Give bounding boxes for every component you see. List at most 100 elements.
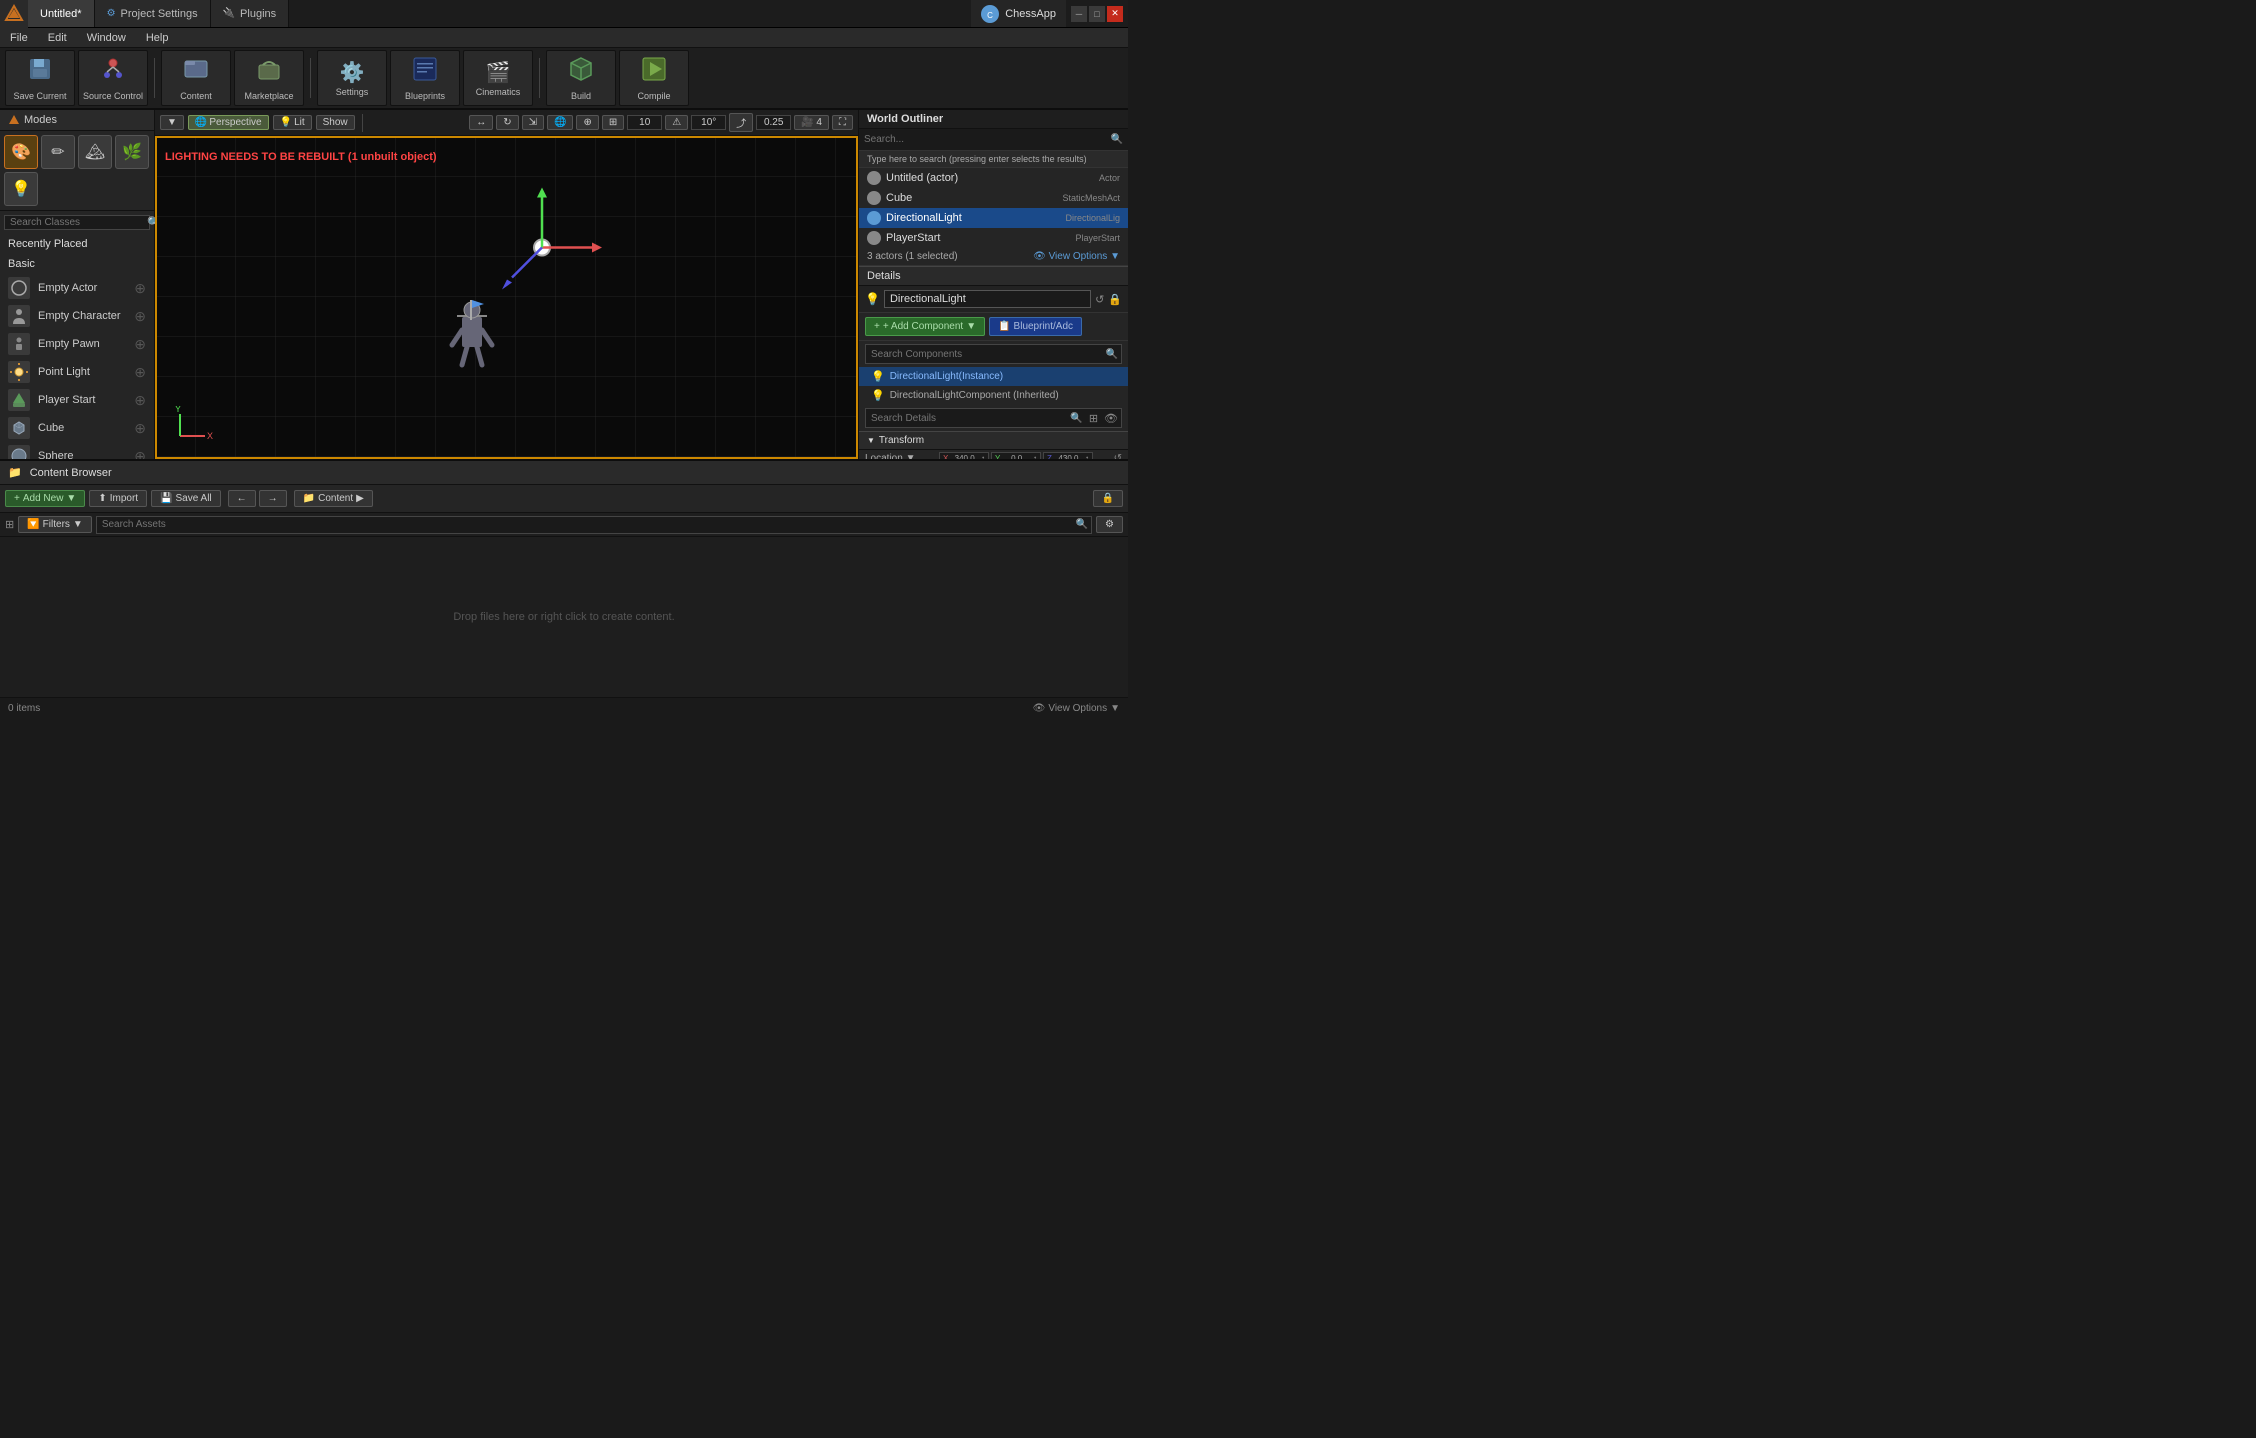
search-assets-container[interactable]: 🔍 xyxy=(96,516,1092,534)
cinematics-button[interactable]: 🎬 Cinematics xyxy=(463,50,533,106)
geometry-mode-icon[interactable]: 💡 xyxy=(4,172,38,206)
place-mode-icon[interactable]: 🎨 xyxy=(4,135,38,169)
component-search-input[interactable] xyxy=(866,349,1106,360)
tab-plugins[interactable]: 🔌 Plugins xyxy=(211,0,290,27)
tab-project-settings[interactable]: ⚙ Project Settings xyxy=(95,0,211,27)
grid-size-input[interactable] xyxy=(627,115,662,130)
outliner-search-input[interactable] xyxy=(864,134,1111,145)
outliner-item-player-start[interactable]: PlayerStart PlayerStart xyxy=(859,228,1128,248)
menu-file[interactable]: File xyxy=(0,28,38,47)
details-eye-icon[interactable]: 👁 xyxy=(1101,412,1121,425)
content-button[interactable]: Content xyxy=(161,50,231,106)
comp-item-directional-light-component[interactable]: 💡 DirectionalLightComponent (Inherited) xyxy=(859,386,1128,405)
comp-item-directional-light-instance[interactable]: 💡 DirectionalLight(Instance) xyxy=(859,367,1128,386)
details-view-options[interactable]: ⊞ xyxy=(1086,412,1101,425)
viewport[interactable]: ▼ 🌐 Perspective 💡 Lit Show ↔ ↻ ⇲ xyxy=(155,110,858,459)
scale-tool[interactable]: ⇲ xyxy=(522,115,544,130)
menu-window[interactable]: Window xyxy=(77,28,136,47)
save-all-button[interactable]: 💾 Save All xyxy=(151,490,221,507)
viewport-maximize[interactable]: ⛶ xyxy=(832,115,853,130)
location-x-input[interactable]: X 340.0 ↕ xyxy=(939,452,989,459)
transform-section-header[interactable]: ▼ Transform xyxy=(859,431,1128,450)
point-light-add-icon: ⊕ xyxy=(134,364,146,381)
translate-tool[interactable]: ↔ xyxy=(469,115,493,130)
minimize-button[interactable]: ─ xyxy=(1071,6,1087,22)
maximize-button[interactable]: □ xyxy=(1089,6,1105,22)
scale-input-btn[interactable]: ⤴ xyxy=(729,113,753,132)
item-point-light[interactable]: Point Light ⊕ xyxy=(0,358,154,386)
viewport-lit-button[interactable]: 💡 Lit xyxy=(273,115,312,130)
item-player-start[interactable]: Player Start ⊕ xyxy=(0,386,154,414)
tab-untitled[interactable]: Untitled* xyxy=(28,0,95,27)
app-name: ChessApp xyxy=(1005,8,1056,20)
angle-snapping[interactable]: ⚠ xyxy=(665,115,688,130)
scale-input[interactable] xyxy=(756,115,791,130)
window-controls: ─ □ ✕ xyxy=(1066,6,1128,22)
blueprints-button[interactable]: Blueprints xyxy=(390,50,460,106)
outliner-item-untitled[interactable]: Untitled (actor) Actor xyxy=(859,168,1128,188)
viewport-perspective-button[interactable]: 🌐 Perspective xyxy=(188,115,269,130)
outliner-item-directional-light[interactable]: DirectionalLight DirectionalLig xyxy=(859,208,1128,228)
location-y-input[interactable]: Y 0.0 ↕ xyxy=(991,452,1041,459)
angle-input[interactable] xyxy=(691,115,726,130)
paint-mode-icon[interactable]: ✏ xyxy=(41,135,75,169)
build-button[interactable]: Build xyxy=(546,50,616,106)
item-cube[interactable]: Cube ⊕ xyxy=(0,414,154,442)
search-details-input[interactable] xyxy=(866,413,1070,424)
search-details-container[interactable]: 🔍 ⊞ 👁 xyxy=(865,408,1122,428)
details-lock-icon[interactable]: 🔒 xyxy=(1108,293,1122,306)
viewport-toolbar: ▼ 🌐 Perspective 💡 Lit Show ↔ ↻ ⇲ xyxy=(155,110,858,136)
search-classes-input[interactable]: 🔍 xyxy=(4,215,150,230)
category-basic[interactable]: Basic xyxy=(0,254,154,274)
content-lock-button[interactable]: 🔒 xyxy=(1093,490,1123,507)
marketplace-button[interactable]: Marketplace xyxy=(234,50,304,106)
details-reset-icon[interactable]: ↺ xyxy=(1095,293,1104,306)
import-button[interactable]: ⬆ Import xyxy=(89,490,147,507)
item-empty-character[interactable]: Empty Character ⊕ xyxy=(0,302,154,330)
camera-speed[interactable]: 🎥 4 xyxy=(794,115,829,130)
blueprint-add-button[interactable]: 📋 Blueprint/Adc xyxy=(989,317,1082,336)
landscape-mode-icon[interactable]: 🏔 xyxy=(78,135,112,169)
transform-gizmo xyxy=(482,188,602,311)
toolbar-separator-1 xyxy=(154,58,155,98)
view-options-status[interactable]: 👁 View Options ▼ xyxy=(1033,703,1120,714)
nav-back-button[interactable]: ← xyxy=(228,490,256,507)
item-empty-pawn[interactable]: Empty Pawn ⊕ xyxy=(0,330,154,358)
add-new-button[interactable]: + Add New ▼ xyxy=(5,490,85,507)
source-control-icon xyxy=(99,55,127,89)
outliner-search[interactable]: 🔍 xyxy=(859,129,1128,151)
transform-arrow-icon: ▼ xyxy=(867,436,875,445)
close-button[interactable]: ✕ xyxy=(1107,6,1123,22)
source-control-button[interactable]: Source Control xyxy=(78,50,148,106)
foliage-mode-icon[interactable]: 🌿 xyxy=(115,135,149,169)
category-recently-placed[interactable]: Recently Placed xyxy=(0,234,154,254)
save-current-button[interactable]: Save Current xyxy=(5,50,75,106)
surface-snapping[interactable]: ⊕ xyxy=(576,115,598,130)
nav-forward-button[interactable]: → xyxy=(259,490,287,507)
world-local-toggle[interactable]: 🌐 xyxy=(547,115,573,130)
settings-button[interactable]: ⚙️ Settings xyxy=(317,50,387,106)
component-search[interactable]: 🔍 xyxy=(865,344,1122,364)
menu-help[interactable]: Help xyxy=(136,28,179,47)
viewport-show-button[interactable]: Show xyxy=(316,115,355,130)
add-component-button[interactable]: + + Add Component ▼ xyxy=(865,317,985,336)
item-sphere[interactable]: Sphere ⊕ xyxy=(0,442,154,459)
content-path[interactable]: 📁 Content ▶ xyxy=(294,490,373,507)
actor-count-bar: 3 actors (1 selected) 👁 View Options ▼ xyxy=(859,248,1128,266)
plugins-tab-icon: 🔌 xyxy=(223,8,235,19)
search-options-button[interactable]: ⚙ xyxy=(1096,516,1123,533)
outliner-item-cube[interactable]: Cube StaticMeshAct xyxy=(859,188,1128,208)
rotate-tool[interactable]: ↻ xyxy=(496,115,518,130)
viewport-canvas[interactable]: LIGHTING NEEDS TO BE REBUILT (1 unbuilt … xyxy=(155,136,858,459)
search-assets-input[interactable] xyxy=(97,519,1076,530)
search-classes-field[interactable] xyxy=(5,217,147,228)
menu-edit[interactable]: Edit xyxy=(38,28,77,47)
item-empty-actor[interactable]: Empty Actor ⊕ xyxy=(0,274,154,302)
details-name-input[interactable] xyxy=(884,290,1091,308)
compile-button[interactable]: Compile xyxy=(619,50,689,106)
grid-snapping[interactable]: ⊞ xyxy=(602,115,624,130)
location-z-input[interactable]: Z 430.0 ↕ xyxy=(1043,452,1093,459)
filters-button[interactable]: 🔽 Filters ▼ xyxy=(18,516,92,533)
view-options-icon[interactable]: 👁 View Options ▼ xyxy=(1033,251,1120,262)
viewport-perspective-dropdown[interactable]: ▼ xyxy=(160,115,184,130)
